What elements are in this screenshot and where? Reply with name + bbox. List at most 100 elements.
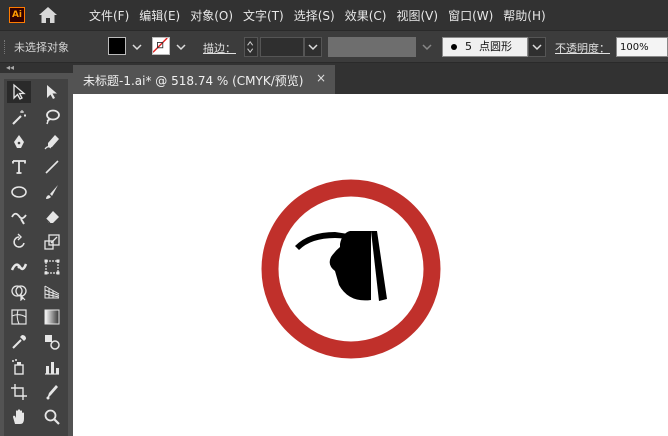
blend-tool[interactable]	[40, 331, 64, 353]
brush-size: 5	[465, 40, 472, 53]
stroke-label[interactable]: 描边：	[203, 40, 236, 56]
zoom-tool[interactable]	[40, 406, 64, 428]
shaper-tool[interactable]	[7, 206, 31, 228]
artboard-icon	[11, 384, 27, 400]
mesh-icon	[11, 309, 27, 325]
width-tool-icon	[10, 263, 28, 271]
perspective-grid-icon	[44, 285, 60, 299]
hand-tool[interactable]	[7, 406, 31, 428]
column-graph-icon	[45, 362, 59, 375]
artwork-graphic[interactable]	[259, 177, 443, 361]
spinner-arrows-icon	[247, 41, 254, 53]
stroke-weight-dropdown[interactable]	[304, 37, 322, 57]
hand-icon	[13, 409, 24, 424]
collapse-panel-icon[interactable]: ◂◂	[6, 63, 14, 73]
zoom-magnifier-icon	[44, 409, 60, 425]
selection-tool[interactable]	[7, 81, 31, 103]
blend-icon	[45, 335, 60, 350]
illustrator-logo-icon[interactable]: Ai	[9, 7, 25, 23]
selection-arrow-icon	[13, 83, 26, 100]
opacity-label[interactable]: 不透明度：	[555, 40, 610, 56]
symbol-sprayer-tool[interactable]	[7, 356, 31, 378]
menu-select[interactable]: 选择(S)	[291, 7, 342, 24]
artboard-tool[interactable]	[7, 381, 31, 403]
slice-knife-icon	[46, 385, 58, 400]
direct-selection-tool[interactable]	[40, 81, 64, 103]
document-tab-bar: 未标题-1.ai* @ 518.74 % (CMYK/预览) ×	[73, 63, 668, 94]
artboard-canvas[interactable]	[73, 94, 668, 436]
menu-view[interactable]: 视图(V)	[393, 7, 445, 24]
magic-wand-icon	[12, 110, 26, 125]
perspective-grid-tool[interactable]	[40, 281, 64, 303]
menu-file[interactable]: 文件(F)	[86, 7, 136, 24]
scale-icon	[44, 234, 60, 250]
menu-object[interactable]: 对象(O)	[187, 7, 240, 24]
width-tool[interactable]	[7, 256, 31, 278]
pen-nib-icon	[14, 135, 24, 148]
menu-type[interactable]: 文字(T)	[240, 7, 291, 24]
gradient-icon	[44, 309, 60, 325]
eyedropper-tool[interactable]	[7, 331, 31, 353]
tools-panel	[0, 73, 73, 436]
chevron-down-icon	[308, 44, 318, 51]
menu-bar: Ai 文件(F) 编辑(E) 对象(O) 文字(T) 选择(S) 效果(C) 视…	[0, 0, 668, 30]
brush-dot-icon	[451, 44, 457, 50]
paintbrush-icon	[46, 185, 58, 199]
rotate-tool[interactable]	[7, 231, 31, 253]
curvature-tool[interactable]	[40, 131, 64, 153]
brush-dropdown[interactable]	[528, 37, 546, 57]
curvature-pen-icon	[44, 135, 59, 150]
free-transform-tool[interactable]	[40, 256, 64, 278]
type-tool[interactable]	[7, 156, 31, 178]
shaper-icon	[11, 212, 27, 225]
rotate-icon	[13, 233, 25, 248]
chevron-down-icon	[532, 44, 542, 51]
type-t-icon	[12, 160, 26, 174]
stroke-color-swatch[interactable]	[152, 37, 170, 55]
menu-edit[interactable]: 编辑(E)	[136, 7, 187, 24]
opacity-input[interactable]	[616, 37, 668, 57]
no-stroke-icon	[153, 38, 168, 53]
document-tab[interactable]: 未标题-1.ai* @ 518.74 % (CMYK/预览) ×	[73, 65, 335, 94]
free-transform-icon	[44, 259, 60, 275]
selection-status: 未选择对象	[14, 41, 69, 54]
column-graph-tool[interactable]	[40, 356, 64, 378]
menu-effect[interactable]: 效果(C)	[342, 7, 394, 24]
brush-definition-select[interactable]: 5 点圆形	[442, 37, 528, 57]
ellipse-tool[interactable]	[7, 181, 31, 203]
scale-tool[interactable]	[40, 231, 64, 253]
toolbar-header: ◂◂	[0, 63, 73, 73]
document-tab-title: 未标题-1.ai* @ 518.74 % (CMYK/预览)	[83, 74, 304, 88]
stroke-weight-input[interactable]	[260, 37, 304, 57]
chevron-down-icon[interactable]	[130, 38, 144, 56]
line-segment-icon	[45, 160, 59, 174]
brush-shape: 点圆形	[479, 40, 512, 53]
shape-builder-icon	[11, 285, 27, 301]
paintbrush-tool[interactable]	[40, 181, 64, 203]
magic-wand-tool[interactable]	[7, 106, 31, 128]
pen-tool[interactable]	[7, 131, 31, 153]
menu-help[interactable]: 帮助(H)	[500, 7, 552, 24]
eraser-tool[interactable]	[40, 206, 64, 228]
chevron-down-icon[interactable]	[420, 37, 434, 57]
line-segment-tool[interactable]	[40, 156, 64, 178]
mesh-tool[interactable]	[7, 306, 31, 328]
control-bar: 未选择对象 描边： 5 点圆形 不透明度：	[0, 30, 668, 63]
close-tab-icon[interactable]: ×	[316, 71, 326, 85]
gradient-tool[interactable]	[40, 306, 64, 328]
eyedropper-icon	[12, 335, 26, 349]
fill-color-swatch[interactable]	[108, 37, 126, 55]
lasso-icon	[46, 109, 60, 125]
eraser-icon	[45, 211, 59, 224]
variable-width-profile[interactable]	[328, 37, 416, 57]
slice-tool[interactable]	[40, 381, 64, 403]
chevron-down-icon[interactable]	[174, 38, 188, 56]
shape-builder-tool[interactable]	[7, 281, 31, 303]
panel-grip[interactable]	[4, 40, 8, 54]
ellipse-icon	[11, 186, 27, 198]
menu-window[interactable]: 窗口(W)	[445, 7, 500, 24]
stroke-weight-spinner[interactable]	[244, 37, 258, 57]
lasso-tool[interactable]	[40, 106, 64, 128]
symbol-sprayer-icon	[12, 359, 24, 375]
home-icon[interactable]	[38, 6, 58, 24]
